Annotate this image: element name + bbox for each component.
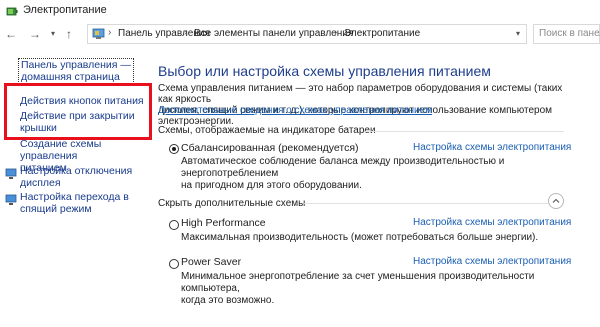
- breadcrumb-separator: ›: [108, 27, 112, 38]
- plan-desc-line: Минимальное энергопотребление за счет ум…: [181, 271, 535, 294]
- sidebar-home-link[interactable]: Панель управления — домашняя страница: [18, 58, 134, 84]
- intro-line: Схема управления питанием — это набор па…: [158, 83, 563, 105]
- page-title: Выбор или настройка схемы управления пит…: [158, 63, 491, 79]
- group-hidden-label: Скрыть дополнительные схемы: [158, 198, 306, 209]
- address-row: ← → ▾ ↑ › Панель управления › Все элемен…: [0, 22, 600, 46]
- sidebar-item-sleep[interactable]: Настройка перехода в спящий режим: [20, 191, 129, 215]
- sidebar-item-label: спящий режим: [20, 203, 92, 215]
- plan-high-performance-radio[interactable]: [169, 220, 179, 230]
- title-bar: Электропитание: [0, 0, 600, 22]
- window-title: Электропитание: [23, 4, 107, 16]
- plan-power-saver-settings-link[interactable]: Настройка схемы электропитания: [413, 256, 571, 267]
- breadcrumb-separator: ›: [334, 27, 338, 38]
- plan-balanced-description: Автоматическое соблюдение баланса между …: [181, 156, 581, 192]
- breadcrumb-all-items[interactable]: Все элементы панели управления: [194, 28, 353, 39]
- plan-high-performance-description: Максимальная производительность (может п…: [181, 232, 581, 244]
- plan-balanced-name[interactable]: Сбалансированная (рекомендуется): [181, 142, 359, 154]
- chevron-down-icon[interactable]: ▾: [46, 26, 60, 42]
- plan-desc-line: Автоматическое соблюдение баланса между …: [181, 156, 505, 179]
- plan-high-performance-name[interactable]: High Performance: [181, 217, 266, 229]
- sidebar-item-label: дисплея: [20, 177, 61, 189]
- breadcrumb-power-options[interactable]: Электропитание: [344, 28, 420, 39]
- display-settings-icon: [5, 168, 17, 179]
- highlight-box: [4, 83, 152, 140]
- forward-arrow-icon[interactable]: →: [28, 26, 42, 42]
- sidebar-home-line2: домашняя страница: [21, 71, 120, 83]
- search-placeholder: Поиск в панели: [539, 28, 600, 39]
- plan-power-saver-name[interactable]: Power Saver: [181, 256, 241, 268]
- plan-desc-line: когда это возможно.: [181, 295, 275, 306]
- address-bar[interactable]: › Панель управления › Все элементы панел…: [87, 24, 527, 44]
- sleep-settings-icon: [5, 194, 17, 205]
- plan-balanced-radio[interactable]: [169, 144, 179, 154]
- plan-desc-line: на пригодном для этого оборудовании.: [181, 180, 362, 191]
- divider: [364, 131, 564, 132]
- sidebar-home-line1: Панель управления —: [21, 59, 131, 71]
- power-battery-icon: [6, 7, 18, 16]
- breadcrumb-separator: ›: [184, 27, 188, 38]
- address-dropdown-icon[interactable]: ▾: [516, 29, 520, 38]
- plan-power-saver-radio[interactable]: [169, 259, 179, 269]
- collapse-chevron-icon[interactable]: [548, 193, 564, 209]
- plan-high-performance-settings-link[interactable]: Настройка схемы электропитания: [413, 217, 571, 228]
- more-info-link[interactable]: Дополнительные сведения о схемах управле…: [158, 105, 432, 116]
- search-input[interactable]: Поиск в панели: [533, 24, 600, 44]
- sidebar-item-label: Создание схемы управления: [20, 138, 102, 162]
- plan-desc-line: Максимальная производительность (может п…: [181, 232, 539, 243]
- sidebar-item-label: Настройка отключения: [20, 165, 133, 177]
- up-arrow-icon[interactable]: ↑: [62, 26, 76, 42]
- sidebar-item-display-off[interactable]: Настройка отключения дисплея: [20, 165, 132, 189]
- plan-balanced-settings-link[interactable]: Настройка схемы электропитания: [413, 142, 571, 153]
- sidebar-item-label: Настройка перехода в: [20, 191, 129, 203]
- back-arrow-icon[interactable]: ←: [4, 26, 18, 42]
- control-panel-icon: [92, 28, 105, 39]
- group-battery-label: Схемы, отображаемые на индикаторе батаре…: [158, 125, 376, 136]
- plan-power-saver-description: Минимальное энергопотребление за счет ум…: [181, 271, 581, 307]
- divider: [304, 203, 548, 204]
